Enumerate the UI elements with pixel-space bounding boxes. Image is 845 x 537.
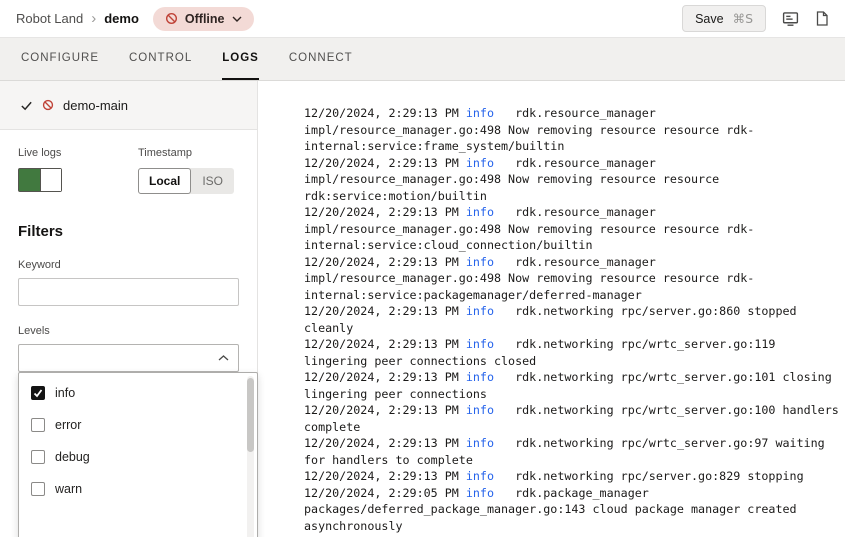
timestamp-label: Timestamp [138, 147, 234, 159]
log-timestamp: 12/20/2024, 2:29:13 PM [304, 106, 466, 120]
log-level: info [466, 436, 494, 450]
log-viewer[interactable]: 12/20/2024, 2:29:13 PM info rdk.resource… [258, 81, 845, 537]
machine-status-badge[interactable]: Offline [153, 7, 254, 31]
keyword-input[interactable] [18, 278, 239, 306]
check-icon [20, 99, 33, 112]
timestamp-format-switch: LocalISO [138, 168, 234, 194]
log-level: info [466, 205, 494, 219]
keyword-label: Keyword [18, 259, 239, 271]
keyword-field: Keyword [18, 259, 239, 306]
levels-select[interactable] [18, 344, 239, 372]
main-area: demo-main Live logs Timestamp LocalISO F… [0, 81, 845, 537]
levels-option-list: info error debug warn [19, 377, 257, 505]
save-button[interactable]: Save ⌘S [682, 5, 766, 32]
chevron-up-icon [218, 355, 229, 361]
part-offline-icon [42, 99, 54, 111]
tab-configure[interactable]: CONFIGURE [21, 38, 99, 80]
log-entry: 12/20/2024, 2:29:13 PM info rdk.networki… [304, 468, 844, 485]
dropdown-scrollbar-thumb[interactable] [247, 378, 254, 452]
log-level: info [466, 106, 494, 120]
log-level: info [466, 370, 494, 384]
breadcrumb-machine[interactable]: demo [104, 11, 139, 26]
log-timestamp: 12/20/2024, 2:29:13 PM [304, 436, 466, 450]
save-button-label: Save [695, 12, 724, 26]
tab-connect[interactable]: CONNECT [289, 38, 353, 80]
log-timestamp: 12/20/2024, 2:29:13 PM [304, 469, 466, 483]
toggle-knob [40, 169, 61, 191]
log-entry: 12/20/2024, 2:29:13 PM info rdk.networki… [304, 303, 844, 336]
levels-field: Levels [18, 325, 239, 372]
log-timestamp: 12/20/2024, 2:29:13 PM [304, 205, 466, 219]
topbar: Robot Land › demo Offline Save ⌘S [0, 0, 845, 38]
checkbox-icon[interactable] [31, 482, 45, 496]
filters-title: Filters [18, 223, 239, 240]
log-level: info [466, 255, 494, 269]
log-level: info [466, 337, 494, 351]
level-option-label: debug [55, 450, 90, 464]
log-timestamp: 12/20/2024, 2:29:13 PM [304, 403, 466, 417]
level-option-label: warn [55, 482, 82, 496]
levels-dropdown: info error debug warn [18, 372, 258, 537]
log-timestamp: 12/20/2024, 2:29:13 PM [304, 370, 466, 384]
part-selector-demo-main[interactable]: demo-main [0, 81, 257, 130]
live-logs-toggle[interactable] [18, 168, 62, 192]
log-timestamp: 12/20/2024, 2:29:13 PM [304, 255, 466, 269]
network-off-icon [165, 12, 178, 25]
log-entry: 12/20/2024, 2:29:13 PM info rdk.networki… [304, 402, 844, 435]
part-name: demo-main [63, 98, 128, 113]
log-level: info [466, 486, 494, 500]
document-icon[interactable] [815, 10, 829, 27]
log-entry: 12/20/2024, 2:29:13 PM info rdk.resource… [304, 204, 844, 254]
level-option-warn[interactable]: warn [19, 473, 257, 505]
levels-label: Levels [18, 325, 239, 337]
log-entry: 12/20/2024, 2:29:05 PM info rdk.package_… [304, 485, 844, 535]
app-root: Robot Land › demo Offline Save ⌘S [0, 0, 845, 537]
log-level: info [466, 156, 494, 170]
level-option-label: info [55, 386, 75, 400]
log-level: info [466, 469, 494, 483]
level-option-error[interactable]: error [19, 409, 257, 441]
checkbox-icon[interactable] [31, 386, 45, 400]
log-message: rdk.networking rpc/server.go:829 stoppin… [494, 469, 804, 483]
checkbox-icon[interactable] [31, 450, 45, 464]
log-entry: 12/20/2024, 2:29:13 PM info rdk.resource… [304, 105, 844, 155]
log-entry: 12/20/2024, 2:29:13 PM info rdk.resource… [304, 155, 844, 205]
log-level: info [466, 304, 494, 318]
log-level: info [466, 403, 494, 417]
log-timestamp: 12/20/2024, 2:29:13 PM [304, 304, 466, 318]
level-option-debug[interactable]: debug [19, 441, 257, 473]
dropdown-scrollbar[interactable] [247, 376, 254, 537]
tab-logs[interactable]: LOGS [222, 38, 259, 80]
tab-bar: CONFIGURE CONTROL LOGS CONNECT [0, 38, 845, 81]
tab-control[interactable]: CONTROL [129, 38, 192, 80]
level-option-info[interactable]: info [19, 377, 257, 409]
live-logs-label: Live logs [18, 147, 138, 159]
logs-sidebar: demo-main Live logs Timestamp LocalISO F… [0, 81, 258, 537]
save-shortcut-hint: ⌘S [733, 11, 753, 26]
log-timestamp: 12/20/2024, 2:29:05 PM [304, 486, 466, 500]
log-entry: 12/20/2024, 2:29:13 PM info rdk.networki… [304, 369, 844, 402]
log-entry: 12/20/2024, 2:29:13 PM info rdk.networki… [304, 336, 844, 369]
log-entry: 12/20/2024, 2:29:13 PM info rdk.networki… [304, 435, 844, 468]
chevron-right-icon: › [91, 11, 96, 26]
status-badge-label: Offline [185, 12, 225, 26]
topbar-actions: Save ⌘S [682, 5, 829, 32]
monitor-icon[interactable] [782, 10, 799, 27]
log-entry: 12/20/2024, 2:29:13 PM info rdk.resource… [304, 254, 844, 304]
log-controls: Live logs Timestamp LocalISO [0, 130, 257, 194]
timestamp-option-iso[interactable]: ISO [191, 168, 234, 194]
level-option-label: error [55, 418, 81, 432]
log-timestamp: 12/20/2024, 2:29:13 PM [304, 337, 466, 351]
timestamp-option-local[interactable]: Local [138, 168, 191, 194]
log-timestamp: 12/20/2024, 2:29:13 PM [304, 156, 466, 170]
chevron-down-icon [232, 16, 242, 22]
breadcrumb-org[interactable]: Robot Land [16, 11, 83, 26]
checkbox-icon[interactable] [31, 418, 45, 432]
breadcrumb: Robot Land › demo [16, 11, 139, 26]
